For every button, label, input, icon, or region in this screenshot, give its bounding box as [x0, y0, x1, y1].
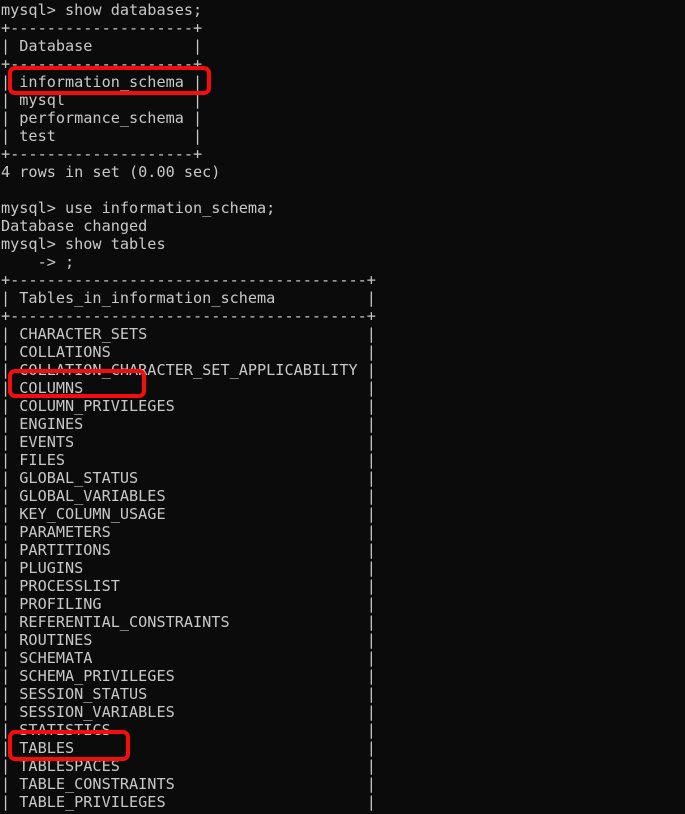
console-line: | COLUMN_PRIVILEGES | [1, 397, 376, 415]
console-line: | KEY_COLUMN_USAGE | [1, 505, 376, 523]
console-line: | COLUMNS | [1, 379, 376, 397]
console-line: | Database | [1, 37, 203, 55]
console-line: | GLOBAL_VARIABLES | [1, 487, 376, 505]
console-line: | EVENTS | [1, 433, 376, 451]
console-line: | REFERENTIAL_CONSTRAINTS | [1, 613, 376, 631]
console-line: | PROCESSLIST | [1, 577, 376, 595]
terminal-window[interactable]: mysql> show databases; +-----------------… [0, 0, 685, 814]
console-line: +--------------------+ [1, 55, 203, 73]
console-line: | ROUTINES | [1, 631, 376, 649]
console-line: | mysql | [1, 91, 203, 109]
console-line: | ENGINES | [1, 415, 376, 433]
console-line: | STATISTICS | [1, 721, 376, 739]
console-line: | TABLES | [1, 739, 376, 757]
console-line: mysql> use information_schema; [1, 199, 276, 217]
console-output: mysql> show databases; +-----------------… [0, 1, 685, 811]
console-line: Database changed [1, 217, 148, 235]
console-line: | PARTITIONS | [1, 541, 376, 559]
console-line: +---------------------------------------… [1, 271, 376, 289]
console-line: +---------------------------------------… [1, 307, 376, 325]
console-line: +--------------------+ [1, 19, 203, 37]
console-line: | PARAMETERS | [1, 523, 376, 541]
console-line: | test | [1, 127, 203, 145]
console-line: mysql> show databases; [1, 1, 203, 19]
console-line: | PLUGINS | [1, 559, 376, 577]
console-line: | GLOBAL_STATUS | [1, 469, 376, 487]
console-line: | Tables_in_information_schema | [1, 289, 376, 307]
console-line: | COLLATIONS | [1, 343, 376, 361]
console-line: | SESSION_VARIABLES | [1, 703, 376, 721]
console-line: | PROFILING | [1, 595, 376, 613]
console-line: mysql> show tables [1, 235, 166, 253]
console-line: | COLLATION_CHARACTER_SET_APPLICABILITY … [1, 361, 376, 379]
console-line: | SCHEMATA | [1, 649, 376, 667]
console-line: | performance_schema | [1, 109, 203, 127]
console-line: 4 rows in set (0.00 sec) [1, 163, 221, 181]
console-line: +--------------------+ [1, 145, 203, 163]
console-line: | SESSION_STATUS | [1, 685, 376, 703]
console-line: | TABLE_PRIVILEGES | [1, 793, 376, 811]
console-line: | TABLESPACES | [1, 757, 376, 775]
console-line: -> ; [1, 253, 75, 271]
console-line: | information_schema | [1, 73, 203, 91]
console-line: | FILES | [1, 451, 376, 469]
console-line: | SCHEMA_PRIVILEGES | [1, 667, 376, 685]
console-line: | CHARACTER_SETS | [1, 325, 376, 343]
console-line: | TABLE_CONSTRAINTS | [1, 775, 376, 793]
